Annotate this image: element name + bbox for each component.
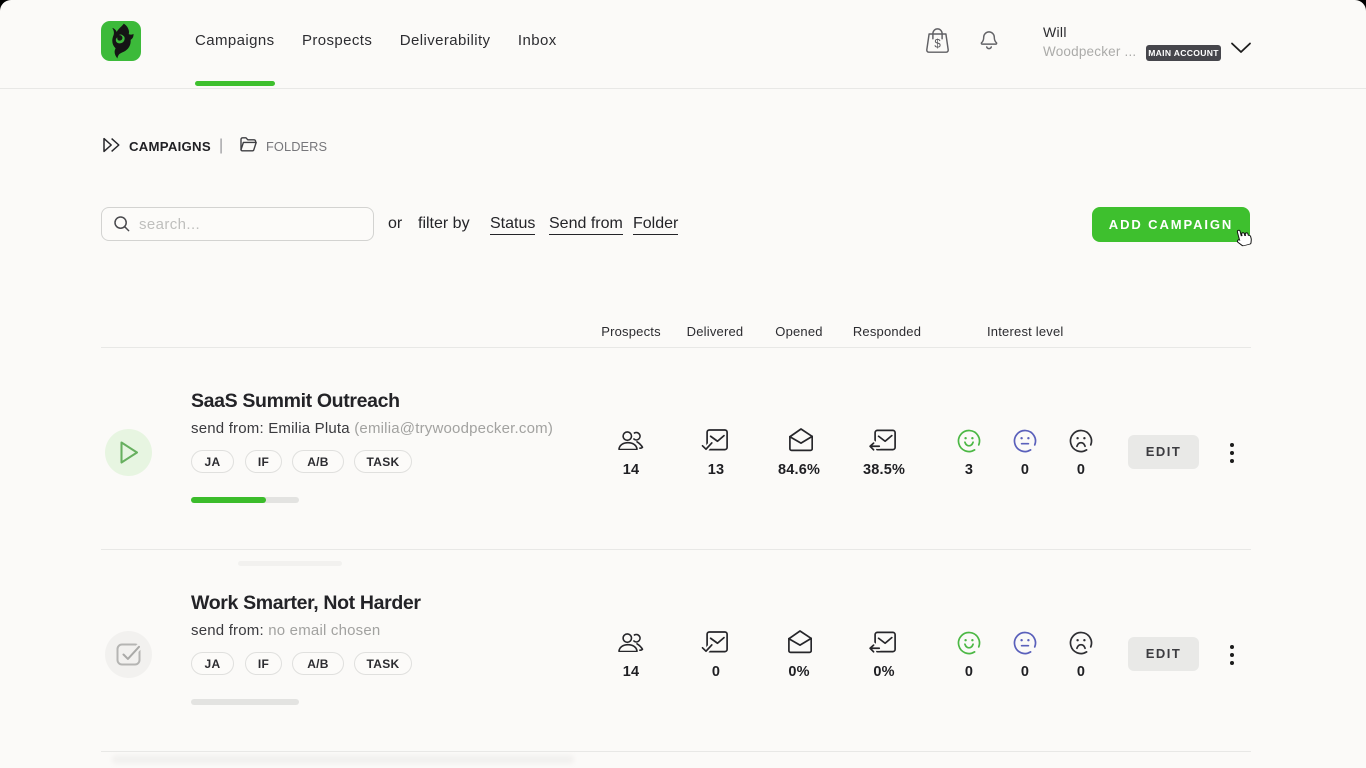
- svg-text:$: $: [934, 38, 941, 50]
